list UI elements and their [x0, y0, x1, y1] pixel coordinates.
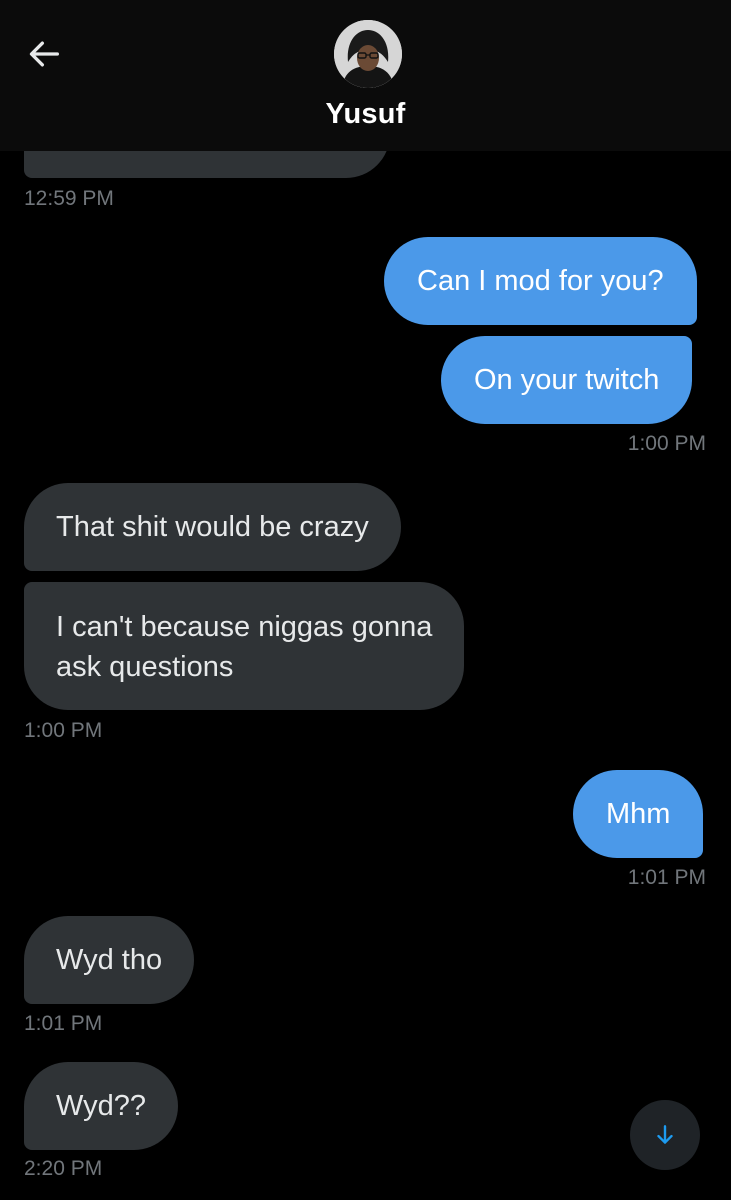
- back-button[interactable]: [22, 32, 66, 76]
- message-timestamp: 1:01 PM: [24, 1012, 103, 1035]
- message-bubble-incoming[interactable]: That shit would be crazy: [24, 483, 401, 571]
- message-bubble-incoming[interactable]: I can't because niggas gonna ask questio…: [24, 582, 465, 710]
- message-text-line: I can't because niggas gonna: [56, 611, 433, 643]
- message-text: Can I mod for you?: [417, 265, 664, 297]
- message-bubble-incoming[interactable]: Wyd??: [24, 1062, 179, 1150]
- profile-photo: [334, 20, 402, 88]
- avatar[interactable]: [334, 20, 402, 88]
- arrow-down-icon: [657, 1125, 673, 1144]
- message-text: Wyd??: [56, 1090, 147, 1122]
- message-timestamp: 1:00 PM: [24, 719, 103, 742]
- message-bubble-outgoing[interactable]: Mhm: [573, 770, 704, 858]
- contact-name[interactable]: Yusuf: [0, 98, 731, 131]
- message-text-line: ask questions: [56, 651, 234, 683]
- message-timestamp: 12:59 PM: [24, 187, 114, 210]
- message-text: Wyd tho: [56, 944, 163, 976]
- conversation-header: Yusuf: [0, 0, 731, 151]
- message-timestamp: 2:20 PM: [24, 1157, 103, 1180]
- message-bubble-outgoing[interactable]: Can I mod for you?: [384, 237, 697, 325]
- message-bubble-incoming[interactable]: Wyd tho: [24, 916, 195, 1004]
- message-text: That shit would be crazy: [56, 511, 369, 543]
- message-text: Mhm: [606, 798, 671, 830]
- message-text: On your twitch: [474, 364, 660, 396]
- message-timestamp: 1:01 PM: [627, 866, 706, 889]
- scroll-to-bottom-button[interactable]: [630, 1100, 700, 1170]
- message-timestamp: 1:00 PM: [627, 432, 706, 455]
- message-bubble-outgoing[interactable]: On your twitch: [441, 336, 693, 424]
- arrow-left-icon: [29, 41, 59, 67]
